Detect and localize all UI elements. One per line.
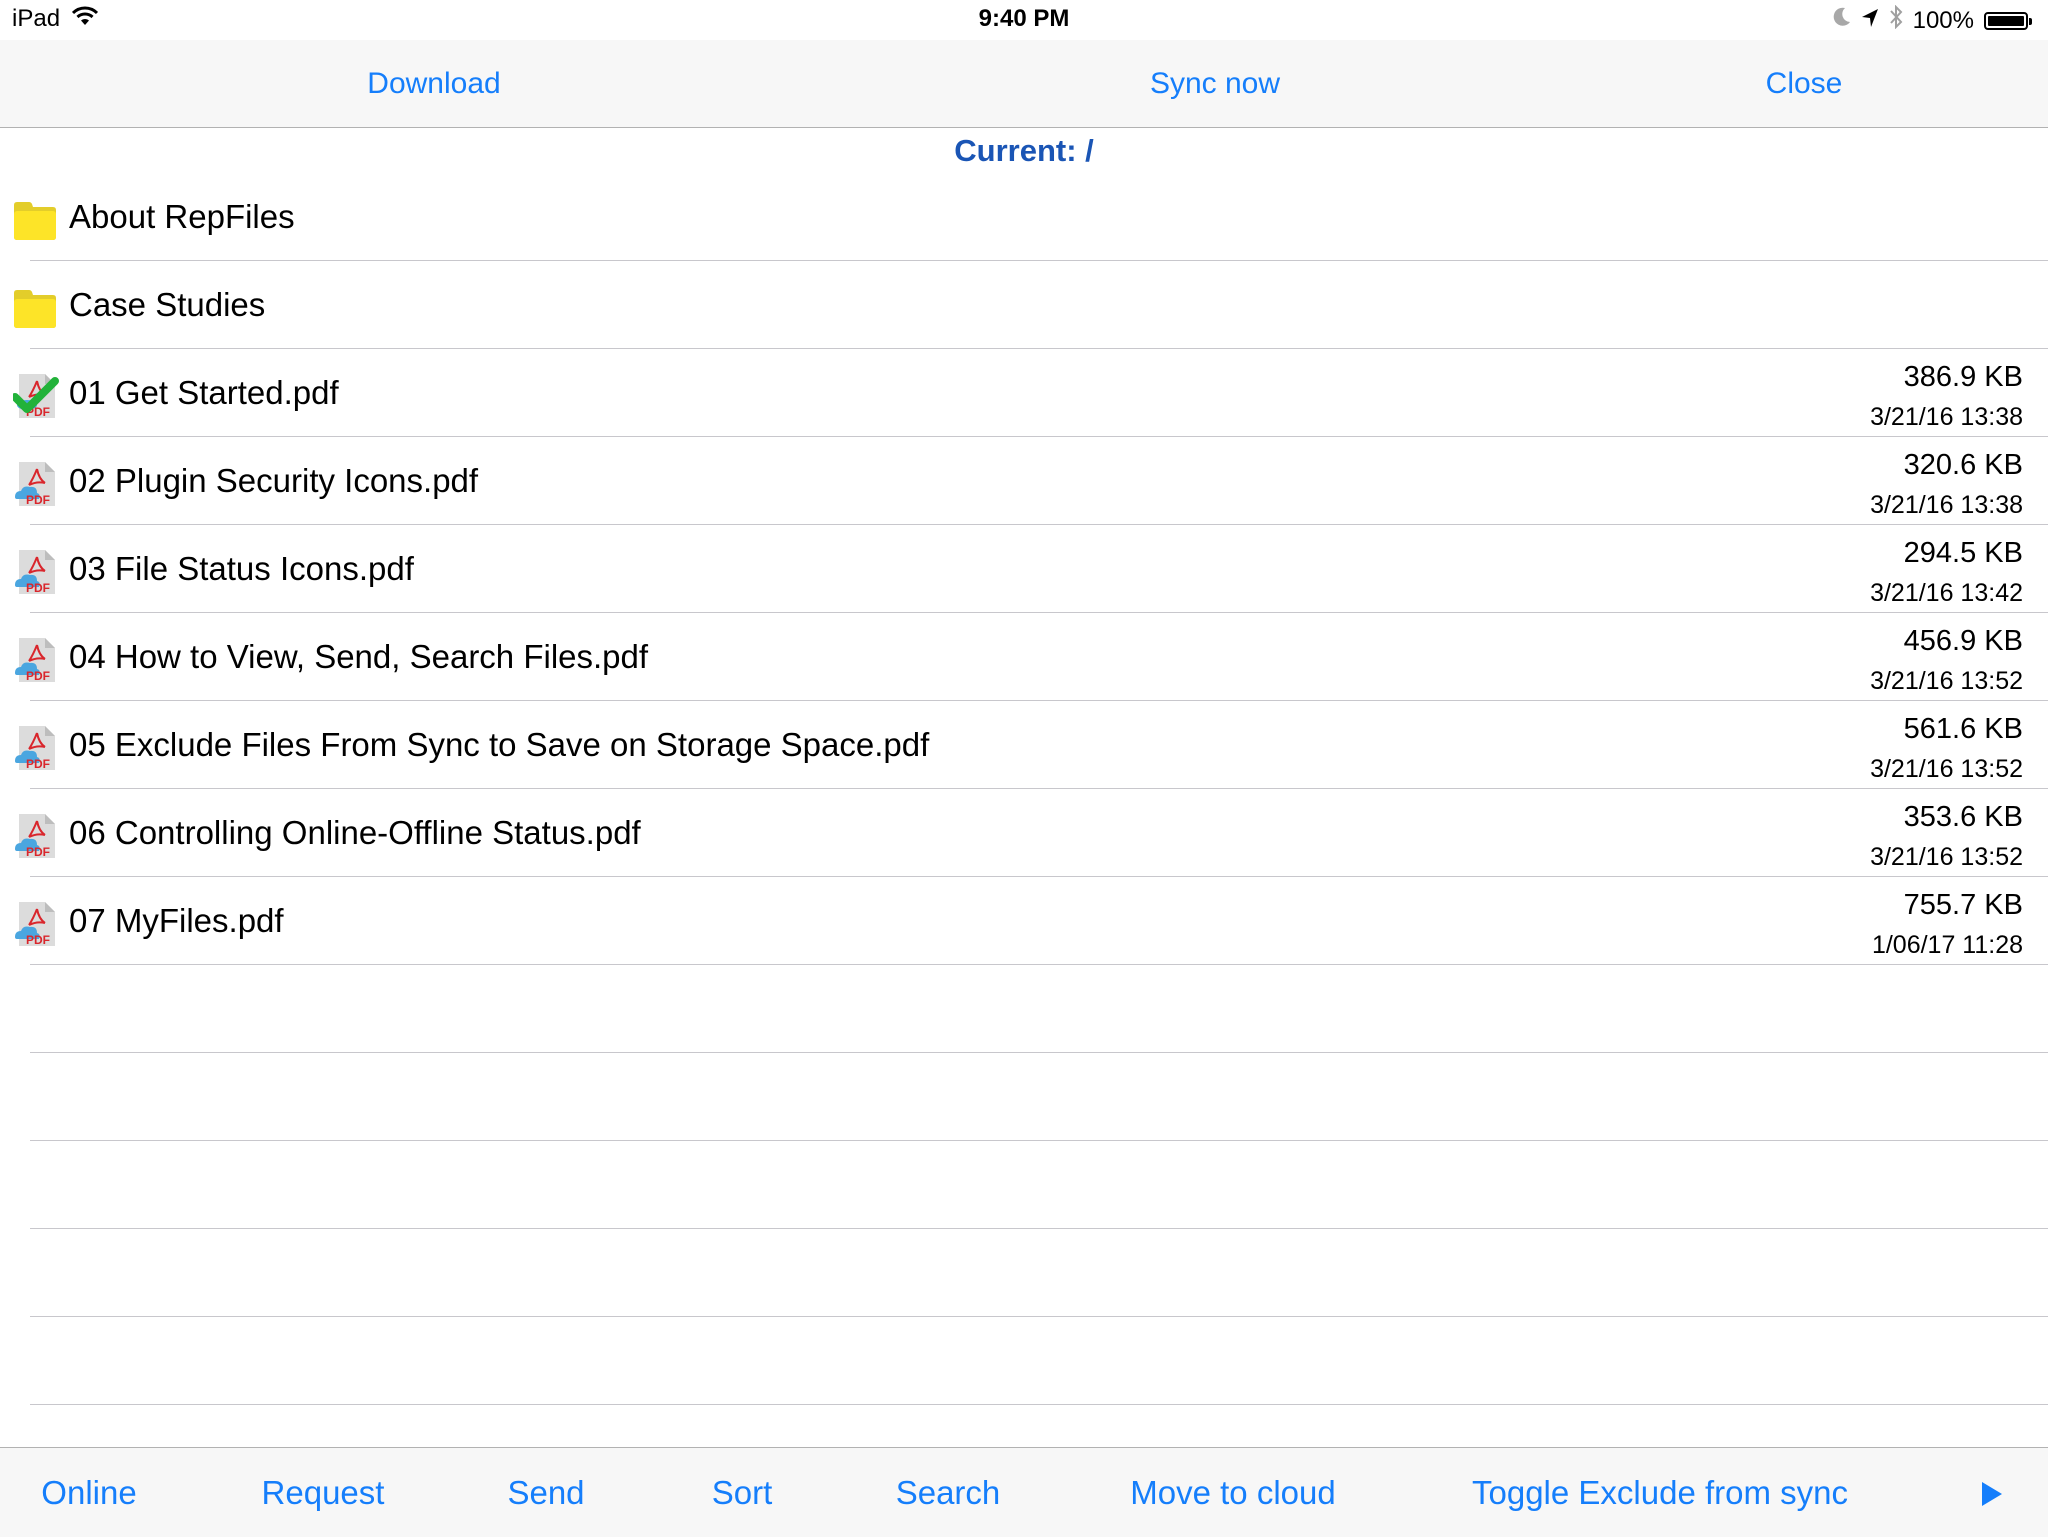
svg-text:PDF: PDF bbox=[26, 845, 50, 859]
file-row[interactable]: PDF 04 How to View, Send, Search Files.p… bbox=[0, 613, 2048, 701]
bottom-toolbar: Online Request Send Sort Search Move to … bbox=[0, 1447, 2048, 1537]
item-name: About RepFiles bbox=[69, 198, 295, 235]
file-row[interactable]: PDF 03 File Status Icons.pdf 294.5 KB 3/… bbox=[0, 525, 2048, 613]
item-name: 05 Exclude Files From Sync to Save on St… bbox=[69, 726, 930, 763]
item-name: 01 Get Started.pdf bbox=[69, 374, 339, 411]
item-name: Case Studies bbox=[69, 286, 266, 323]
folder-row-about-repfiles[interactable]: About RepFiles bbox=[0, 173, 2048, 261]
battery-icon bbox=[1984, 11, 2032, 30]
file-size: 755.7 KB bbox=[1903, 889, 2023, 921]
file-date: 3/21/16 13:52 bbox=[1870, 843, 2023, 871]
pdf-cloud-icon: PDF bbox=[13, 549, 57, 595]
moon-icon bbox=[1831, 6, 1851, 35]
item-name: 02 Plugin Security Icons.pdf bbox=[69, 462, 479, 499]
file-row[interactable]: PDF 07 MyFiles.pdf 755.7 KB 1/06/17 11:2… bbox=[0, 877, 2048, 965]
folder-icon bbox=[13, 285, 57, 329]
file-size: 456.9 KB bbox=[1903, 625, 2023, 657]
close-button[interactable]: Close bbox=[1766, 40, 1843, 127]
request-button[interactable]: Request bbox=[262, 1448, 385, 1537]
file-date: 3/21/16 13:38 bbox=[1870, 403, 2023, 431]
location-arrow-icon bbox=[1861, 7, 1879, 35]
file-size: 320.6 KB bbox=[1903, 449, 2023, 481]
online-button[interactable]: Online bbox=[41, 1448, 136, 1537]
empty-row bbox=[0, 1229, 2048, 1317]
item-name: 03 File Status Icons.pdf bbox=[69, 550, 414, 587]
pdf-cloud-icon: PDF bbox=[13, 637, 57, 683]
pdf-cloud-icon: PDF bbox=[13, 813, 57, 859]
file-size: 353.6 KB bbox=[1903, 801, 2023, 833]
file-date: 3/21/16 13:38 bbox=[1870, 491, 2023, 519]
item-name: 04 How to View, Send, Search Files.pdf bbox=[69, 638, 649, 675]
file-date: 3/21/16 13:42 bbox=[1870, 579, 2023, 607]
svg-text:PDF: PDF bbox=[26, 493, 50, 507]
file-size: 386.9 KB bbox=[1903, 361, 2023, 393]
search-button[interactable]: Search bbox=[896, 1448, 1001, 1537]
empty-row bbox=[0, 965, 2048, 1053]
file-row[interactable]: PDF 01 Get Started.pdf 386.9 KB 3/21/16 … bbox=[0, 349, 2048, 437]
empty-row bbox=[0, 1053, 2048, 1141]
file-date: 1/06/17 11:28 bbox=[1871, 931, 2023, 959]
move-to-cloud-button[interactable]: Move to cloud bbox=[1130, 1448, 1335, 1537]
pdf-cloud-icon: PDF bbox=[13, 461, 57, 507]
svg-text:PDF: PDF bbox=[26, 757, 50, 771]
current-path-label: Current: / bbox=[954, 133, 1094, 168]
file-row[interactable]: PDF 02 Plugin Security Icons.pdf 320.6 K… bbox=[0, 437, 2048, 525]
status-bar-right: 100% bbox=[1831, 4, 2032, 36]
status-time: 9:40 PM bbox=[978, 5, 1070, 32]
sort-button[interactable]: Sort bbox=[712, 1448, 773, 1537]
sync-now-button[interactable]: Sync now bbox=[1150, 40, 1280, 127]
folder-row-case-studies[interactable]: Case Studies bbox=[0, 261, 2048, 349]
toggle-exclude-sync-button[interactable]: Toggle Exclude from sync bbox=[1472, 1448, 1848, 1537]
folder-icon bbox=[13, 197, 57, 241]
file-date: 3/21/16 13:52 bbox=[1870, 755, 2023, 783]
status-bar: iPad 9:40 PM 100% bbox=[0, 0, 2048, 40]
empty-row bbox=[0, 1317, 2048, 1405]
item-name: 07 MyFiles.pdf bbox=[69, 902, 284, 939]
item-name: 06 Controlling Online-Offline Status.pdf bbox=[69, 814, 641, 851]
file-row[interactable]: PDF 05 Exclude Files From Sync to Save o… bbox=[0, 701, 2048, 789]
file-date: 3/21/16 13:52 bbox=[1870, 667, 2023, 695]
file-size: 294.5 KB bbox=[1903, 537, 2023, 569]
file-list: About RepFiles Case Studies PDF 01 Get S… bbox=[0, 173, 2048, 1405]
download-button[interactable]: Download bbox=[367, 40, 500, 127]
bluetooth-icon bbox=[1889, 4, 1903, 36]
top-toolbar: Download Sync now Close bbox=[0, 40, 2048, 128]
empty-row bbox=[0, 1141, 2048, 1229]
play-arrow-icon[interactable] bbox=[1982, 1482, 2002, 1506]
file-size: 561.6 KB bbox=[1903, 713, 2023, 745]
pdf-cloud-icon: PDF bbox=[13, 725, 57, 771]
battery-percent: 100% bbox=[1912, 6, 1974, 34]
pdf-downloaded-icon: PDF bbox=[11, 373, 59, 419]
pdf-cloud-icon: PDF bbox=[13, 901, 57, 947]
svg-text:PDF: PDF bbox=[26, 581, 50, 595]
send-button[interactable]: Send bbox=[507, 1448, 584, 1537]
row-separator bbox=[30, 1403, 2048, 1405]
svg-text:PDF: PDF bbox=[26, 933, 50, 947]
svg-text:PDF: PDF bbox=[26, 669, 50, 683]
file-row[interactable]: PDF 06 Controlling Online-Offline Status… bbox=[0, 789, 2048, 877]
